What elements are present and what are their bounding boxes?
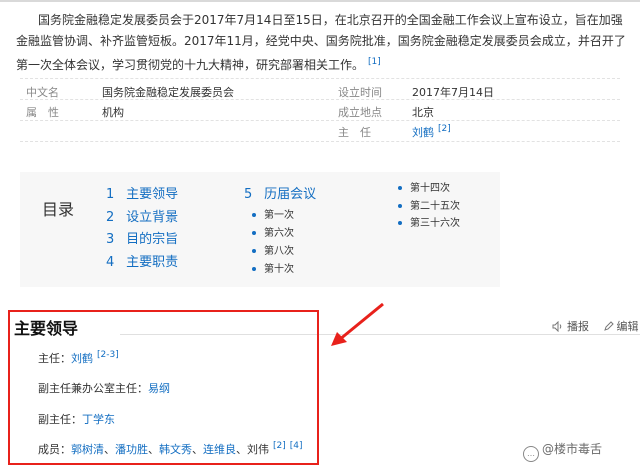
info-key-director: 主 任 bbox=[338, 126, 371, 139]
toc-column-1: 1 主要领导 2 设立背景 3 目的宗旨 4 主要职责 bbox=[106, 184, 178, 274]
info-value-director: 刘鹤 [2] bbox=[412, 124, 451, 140]
speaker-icon bbox=[552, 320, 562, 333]
bullet-icon bbox=[252, 266, 256, 271]
director-ref[interactable]: [2] bbox=[438, 124, 451, 134]
highlight-box bbox=[8, 310, 319, 465]
toc-item-duties[interactable]: 4 主要职责 bbox=[106, 252, 178, 275]
toc-item-leaders[interactable]: 1 主要领导 bbox=[106, 184, 178, 207]
divider bbox=[20, 99, 620, 100]
bullet-icon bbox=[252, 212, 256, 217]
toc-item-meetings[interactable]: 5 历届会议 bbox=[244, 184, 316, 207]
pencil-icon bbox=[603, 321, 614, 331]
speak-button[interactable]: 播报 bbox=[552, 320, 589, 333]
edit-button[interactable]: 编辑 bbox=[603, 320, 639, 333]
toc-sub-item[interactable]: 第十次 bbox=[244, 261, 316, 279]
bullet-icon bbox=[252, 230, 256, 235]
toc-sub-item[interactable]: 第三十六次 bbox=[390, 215, 460, 233]
divider bbox=[20, 78, 620, 79]
toc-sub-item[interactable]: 第一次 bbox=[244, 207, 316, 225]
intro-text: 国务院金融稳定发展委员会于2017年7月14日至15日，在北京召开的全国金融工作… bbox=[16, 13, 626, 72]
info-value-location: 北京 bbox=[412, 106, 434, 119]
bullet-icon bbox=[398, 186, 402, 190]
section-tools: 播报 编辑 bbox=[552, 318, 639, 334]
bullet-icon bbox=[252, 248, 256, 253]
divider bbox=[20, 141, 620, 142]
info-value-founded: 2017年7月14日 bbox=[412, 86, 494, 99]
info-key-location: 成立地点 bbox=[338, 106, 382, 119]
toc-sub-item[interactable]: 第六次 bbox=[244, 225, 316, 243]
toc-column-2: 5 历届会议 第一次 第六次 第八次 第十次 bbox=[244, 184, 316, 279]
table-of-contents: 目录 1 主要领导 2 设立背景 3 目的宗旨 4 主要职责 5 历届会议 第一… bbox=[20, 172, 500, 287]
toc-item-background[interactable]: 2 设立背景 bbox=[106, 207, 178, 230]
info-key-name: 中文名 bbox=[26, 86, 59, 99]
intro-paragraph: 国务院金融稳定发展委员会于2017年7月14日至15日，在北京召开的全国金融工作… bbox=[16, 10, 628, 76]
toc-column-3: 第十四次 第二十五次 第三十六次 bbox=[390, 180, 460, 233]
toc-sub-item[interactable]: 第八次 bbox=[244, 243, 316, 261]
chat-bubble-icon: … bbox=[523, 446, 539, 462]
top-divider bbox=[0, 0, 640, 2]
toc-item-purpose[interactable]: 3 目的宗旨 bbox=[106, 229, 178, 252]
page: 国务院金融稳定发展委员会于2017年7月14日至15日，在北京召开的全国金融工作… bbox=[0, 0, 640, 473]
bullet-icon bbox=[398, 221, 402, 225]
arrow-annotation-icon bbox=[331, 302, 384, 346]
info-key-founded: 设立时间 bbox=[338, 86, 382, 99]
info-value-type: 机构 bbox=[102, 106, 124, 119]
director-link[interactable]: 刘鹤 bbox=[412, 126, 434, 139]
divider bbox=[20, 120, 620, 121]
toc-sub-item[interactable]: 第二十五次 bbox=[390, 198, 460, 216]
toc-sub-item[interactable]: 第十四次 bbox=[390, 180, 460, 198]
info-key-type: 属 性 bbox=[26, 106, 59, 119]
info-value-name: 国务院金融稳定发展委员会 bbox=[102, 86, 234, 99]
watermark: … @楼市毒舌 bbox=[523, 440, 602, 462]
toc-title: 目录 bbox=[42, 200, 75, 219]
bullet-icon bbox=[398, 203, 402, 208]
intro-ref[interactable]: [1] bbox=[368, 57, 381, 67]
